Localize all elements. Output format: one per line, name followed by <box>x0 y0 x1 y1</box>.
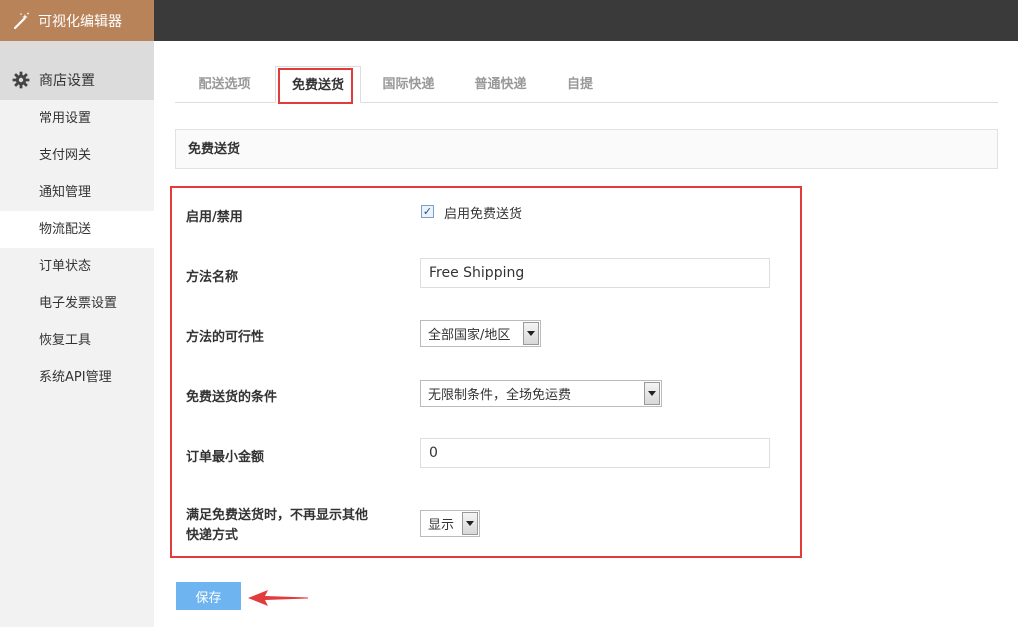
sidebar-header-store-settings[interactable]: 商店设置 <box>0 41 154 100</box>
red-arrow-annotation-icon <box>248 590 308 606</box>
hide-others-label-line2: 快递方式 <box>186 528 239 543</box>
highlight-box-form <box>170 186 802 558</box>
tab-standard-express[interactable]: 普通快递 <box>463 66 538 103</box>
hide-others-label: 满足免费送货时，不再显示其他 快递方式 <box>186 506 368 546</box>
hide-others-select-value: 显示 <box>428 518 455 533</box>
sidebar-item-general[interactable]: 常用设置 <box>0 100 154 137</box>
sidebar-item-notifications[interactable]: 通知管理 <box>0 174 154 211</box>
min-amount-input[interactable] <box>420 438 770 468</box>
tab-shipping-options[interactable]: 配送选项 <box>187 66 262 103</box>
sidebar-item-shipping[interactable]: 物流配送 <box>0 211 154 248</box>
tab-international-express[interactable]: 国际快递 <box>371 66 446 103</box>
save-button[interactable]: 保存 <box>176 582 241 610</box>
method-name-label: 方法名称 <box>186 270 239 285</box>
sidebar-item-recovery-tools[interactable]: 恢复工具 <box>0 322 154 359</box>
brand-title: 可视化编辑器 <box>38 13 122 30</box>
sidebar-item-system-api[interactable]: 系统API管理 <box>0 359 154 396</box>
hide-others-label-line1: 满足免费送货时，不再显示其他 <box>186 508 369 523</box>
condition-select-value: 无限制条件，全场免运费 <box>428 388 572 403</box>
chevron-down-icon <box>644 382 660 405</box>
sidebar: 商店设置 常用设置 支付网关 通知管理 物流配送 订单状态 电子发票设置 恢复工… <box>0 41 154 627</box>
enable-free-shipping-checkbox-label[interactable]: 启用免费送货 <box>444 203 522 222</box>
condition-label: 免费送货的条件 <box>186 390 278 405</box>
availability-label: 方法的可行性 <box>186 330 265 345</box>
tab-pickup[interactable]: 自提 <box>555 66 605 103</box>
sidebar-item-payment-gateway[interactable]: 支付网关 <box>0 137 154 174</box>
enable-label: 启用/禁用 <box>186 210 243 225</box>
shipping-tabs: 配送选项 免费送货 国际快递 普通快递 自提 <box>175 66 998 103</box>
availability-select[interactable]: 全部国家/地区 <box>420 320 541 347</box>
magic-wand-icon <box>13 12 29 29</box>
sidebar-item-e-invoice[interactable]: 电子发票设置 <box>0 285 154 322</box>
min-amount-label: 订单最小金额 <box>186 450 265 465</box>
checkmark-icon: ✓ <box>422 205 433 218</box>
method-name-input[interactable] <box>420 258 770 288</box>
hide-others-select[interactable]: 显示 <box>420 510 480 537</box>
chevron-down-icon <box>523 322 539 345</box>
gear-icon <box>12 71 30 88</box>
visual-editor-button[interactable]: 可视化编辑器 <box>0 0 154 41</box>
availability-select-value: 全部国家/地区 <box>428 328 511 343</box>
enable-free-shipping-checkbox[interactable]: ✓ <box>421 205 434 218</box>
section-title: 免费送货 <box>175 129 998 169</box>
sidebar-header-label: 商店设置 <box>39 72 95 89</box>
condition-select[interactable]: 无限制条件，全场免运费 <box>420 380 662 407</box>
chevron-down-icon <box>462 512 478 535</box>
tab-free-shipping[interactable]: 免费送货 <box>275 66 361 103</box>
sidebar-item-order-status[interactable]: 订单状态 <box>0 248 154 285</box>
